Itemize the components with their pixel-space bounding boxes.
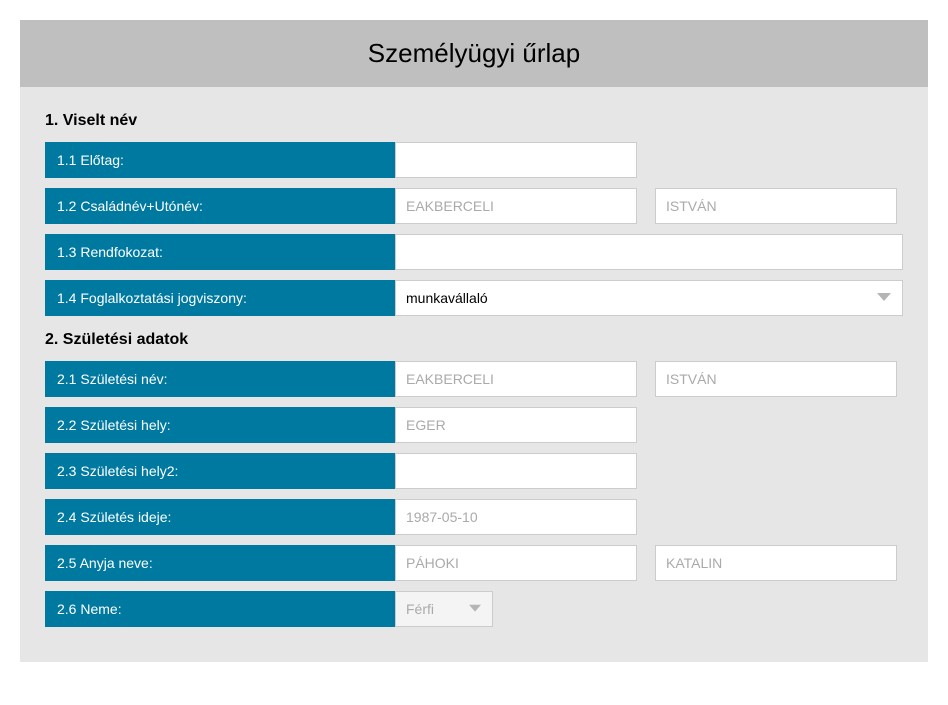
input-prefix[interactable] <box>395 142 637 178</box>
select-gender[interactable] <box>395 591 493 627</box>
label-birthdate: 2.4 Születés ideje: <box>45 499 395 535</box>
input-birth-given[interactable] <box>655 361 897 397</box>
select-employment-wrap <box>395 280 903 316</box>
row-rank: 1.3 Rendfokozat: <box>45 234 903 270</box>
input-mother-family[interactable] <box>395 545 637 581</box>
select-gender-wrap <box>395 591 493 627</box>
input-birthplace2[interactable] <box>395 453 637 489</box>
input-birthdate[interactable] <box>395 499 637 535</box>
section-2-heading: 2. Születési adatok <box>45 331 903 349</box>
row-birthdate: 2.4 Születés ideje: <box>45 499 903 535</box>
label-employment: 1.4 Foglalkoztatási jogviszony: <box>45 280 395 316</box>
label-fullname: 1.2 Családnév+Utónév: <box>45 188 395 224</box>
row-mothername: 2.5 Anyja neve: <box>45 545 903 581</box>
label-rank: 1.3 Rendfokozat: <box>45 234 395 270</box>
row-birthplace2: 2.3 Születési hely2: <box>45 453 903 489</box>
row-prefix: 1.1 Előtag: <box>45 142 903 178</box>
input-given-name[interactable] <box>655 188 897 224</box>
form-container: Személyügyi űrlap 1. Viselt név 1.1 Előt… <box>20 20 928 662</box>
label-gender: 2.6 Neme: <box>45 591 395 627</box>
input-mother-given[interactable] <box>655 545 897 581</box>
label-birthplace: 2.2 Születési hely: <box>45 407 395 443</box>
input-birth-family[interactable] <box>395 361 637 397</box>
select-employment[interactable] <box>395 280 903 316</box>
row-gender: 2.6 Neme: <box>45 591 903 627</box>
label-birthname: 2.1 Születési név: <box>45 361 395 397</box>
input-family-name[interactable] <box>395 188 637 224</box>
section-1-heading: 1. Viselt név <box>45 112 903 130</box>
page-title: Személyügyi űrlap <box>20 38 928 69</box>
form-body: 1. Viselt név 1.1 Előtag: 1.2 Családnév+… <box>20 87 928 642</box>
label-prefix: 1.1 Előtag: <box>45 142 395 178</box>
title-bar: Személyügyi űrlap <box>20 20 928 87</box>
input-birthplace[interactable] <box>395 407 637 443</box>
row-birthplace: 2.2 Születési hely: <box>45 407 903 443</box>
row-fullname: 1.2 Családnév+Utónév: <box>45 188 903 224</box>
row-employment: 1.4 Foglalkoztatási jogviszony: <box>45 280 903 316</box>
label-birthplace2: 2.3 Születési hely2: <box>45 453 395 489</box>
input-rank[interactable] <box>395 234 903 270</box>
row-birthname: 2.1 Születési név: <box>45 361 903 397</box>
label-mothername: 2.5 Anyja neve: <box>45 545 395 581</box>
